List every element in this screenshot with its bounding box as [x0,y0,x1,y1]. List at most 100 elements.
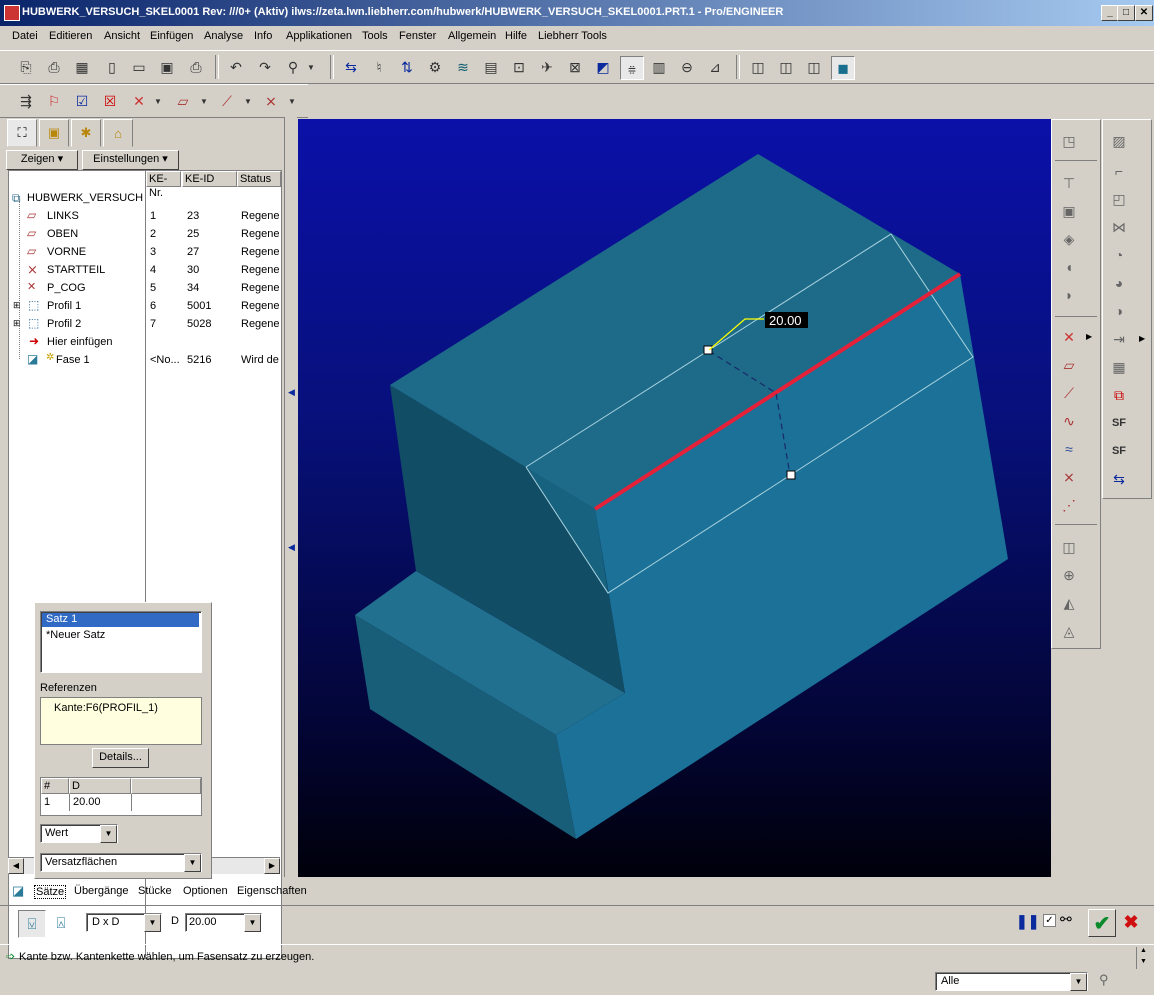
analysis-feature-icon[interactable]: ⋰ [1058,494,1080,516]
tree-row[interactable]: ▱ LINKS 1 23 Regene [9,207,281,225]
message-scrollbar[interactable]: ▲ ▼ [1136,947,1151,969]
tree-row[interactable]: ⨯ STARTTEIL 4 30 Regene [9,261,281,279]
tab-favorites[interactable]: ✱ [71,119,101,147]
extrude-icon[interactable]: ◫ [1058,536,1080,558]
pause-icon[interactable]: ❚❚ [1016,913,1039,930]
hole-icon[interactable]: ◳ [1058,130,1080,152]
datum-planes-icon[interactable]: ⩷ [620,56,644,80]
menu-analyse[interactable]: Analyse [204,30,243,42]
print-icon[interactable]: ⎙ [185,56,207,78]
chamfer-icon[interactable]: ◗ [1058,284,1080,306]
datum-point-dropdown-icon[interactable]: ▼ [152,90,164,112]
save-icon[interactable]: ▣ [156,56,178,78]
set-item-new[interactable]: *Neuer Satz [46,629,105,641]
swap-icon[interactable]: ⇆ [1108,468,1130,490]
csys-icon[interactable]: ⨯ [1058,466,1080,488]
family-table-icon[interactable]: ⧉ [1108,384,1130,406]
pattern-icon[interactable]: ▨ [1108,130,1130,152]
sketch-curve-icon[interactable]: ≈ [1058,438,1080,460]
wireframe-icon[interactable]: ◫ [747,56,769,78]
chevron-down-icon[interactable]: ▼ [184,854,201,872]
datum-axis-icon[interactable]: ⟋ [216,90,238,112]
edge-chamfer-icon[interactable]: ⍌ [18,910,46,938]
glasses-icon[interactable]: ⚯ [1060,911,1072,928]
preview-checkbox[interactable]: ✓ [1043,914,1056,927]
references-field[interactable]: Kante:F6(PROFIL_1) [40,697,202,745]
sf-cross-icon[interactable]: SF [1108,440,1130,462]
cancel-button[interactable]: ✖ [1120,911,1142,933]
column-header-ke-id[interactable]: KE-ID [182,171,237,187]
tree-row[interactable]: ✕ P_COG 5 34 Regene [9,279,281,297]
tab-properties[interactable]: Eigenschaften [237,885,307,897]
scroll-right-icon[interactable]: ▶ [264,858,280,874]
tab-model-tree[interactable]: ⛶ [7,119,37,147]
regenerate-icon[interactable]: ⚲ [282,56,304,78]
menu-tools[interactable]: Tools [362,30,388,42]
sweep-icon[interactable]: ◭ [1058,592,1080,614]
round-icon[interactable]: ◖ [1058,256,1080,278]
drag-handle-bottom[interactable] [786,470,796,480]
scroll-left-icon[interactable]: ◀ [8,858,24,874]
hidden-line-icon[interactable]: ◫ [775,56,797,78]
parameters-icon[interactable]: ⇅ [396,56,418,78]
trim-icon[interactable]: ⋈ [1108,216,1130,238]
tab-transitions[interactable]: Übergänge [74,885,128,897]
search-tool-icon[interactable]: ⚙ [424,56,446,78]
shell-icon[interactable]: ⊤ [1058,172,1080,194]
column-header-status[interactable]: Status [237,171,281,187]
open-object-icon[interactable]: ⎙ [43,56,65,78]
offset-icon[interactable]: ◔ [1108,244,1130,266]
component-icon[interactable]: ⇶ [15,90,37,112]
drag-handle-top[interactable] [703,345,713,355]
d-value-input[interactable]: 20.00 ▼ [185,913,262,932]
datum-plane-dropdown-icon[interactable]: ▼ [198,90,210,112]
tree-row[interactable]: ⊞ ⬚ Profil 2 7 5028 Regene [9,315,281,333]
orient-icon[interactable]: ✈ [536,56,558,78]
new-file-icon[interactable]: ▯ [101,56,123,78]
datum-curve-icon[interactable]: ∿ [1058,410,1080,432]
analysis-icon[interactable]: ◩ [592,56,614,78]
tree-row[interactable]: ▱ OBEN 2 25 Regene [9,225,281,243]
column-header-ke-nr[interactable]: KE-Nr. [146,171,181,199]
shading-icon[interactable]: ◼ [831,56,855,80]
smart-filter-icon[interactable]: ⚲ [1099,972,1109,988]
chevron-right-icon[interactable]: ▶ [1139,334,1145,343]
redo-icon[interactable]: ↷ [254,56,276,78]
datum-plane-icon[interactable]: ▱ [1058,354,1080,376]
coordinate-system-icon[interactable]: ⊿ [704,56,726,78]
datum-csys-icon[interactable]: ⨯ [260,90,282,112]
collapse-arrow-icon[interactable]: ◀ [288,387,295,398]
tab-connections[interactable]: ⌂ [103,119,133,147]
set-item-selected[interactable]: Satz 1 [42,613,199,627]
regenerate-dropdown-icon[interactable]: ▼ [305,56,317,78]
view-manager-icon[interactable]: ⊠ [564,56,586,78]
scroll-down-icon[interactable]: ▼ [1140,958,1147,965]
menu-liebherr-tools[interactable]: Liebherr Tools [538,30,607,42]
datum-points-icon[interactable]: ⊖ [676,56,698,78]
no-hidden-icon[interactable]: ◫ [803,56,825,78]
datum-point-icon[interactable]: ✕ [1058,326,1080,348]
offset-mode-select[interactable]: Versatzflächen ▼ [40,853,202,872]
menu-fenster[interactable]: Fenster [399,30,436,42]
tree-row[interactable]: ⊞ ⬚ Profil 1 6 5001 Regene [9,297,281,315]
settings-button[interactable]: Einstellungen ▾ [82,150,179,170]
chevron-down-icon[interactable]: ▼ [1070,973,1087,991]
undo-icon[interactable]: ↶ [225,56,247,78]
graphics-viewport[interactable]: 20.00 [298,119,1051,877]
tree-row-insert-here[interactable]: ➜ Hier einfügen [9,333,281,351]
draft-icon[interactable]: ◈ [1058,228,1080,250]
datum-point-icon[interactable]: ✕ [128,90,150,112]
tab-options[interactable]: Optionen [183,885,228,897]
tree-row-root[interactable]: ⧉ HUBWERK_VERSUCH [9,189,281,207]
menu-editieren[interactable]: Editieren [49,30,92,42]
tab-folder-browser[interactable]: ▣ [39,119,69,147]
close-button[interactable]: ✕ [1135,5,1153,21]
model-tree-icon[interactable]: ▤ [480,56,502,78]
chevron-down-icon[interactable]: ▼ [144,914,161,932]
chevron-right-icon[interactable]: ▶ [1086,332,1092,341]
zoom-window-icon[interactable]: ⊡ [508,56,530,78]
dimension-label[interactable]: 20.00 [769,313,802,328]
point-tree-icon[interactable]: ⚐ [43,90,65,112]
tab-pieces[interactable]: Stücke [138,885,172,897]
chevron-down-icon[interactable]: ▼ [100,825,117,843]
